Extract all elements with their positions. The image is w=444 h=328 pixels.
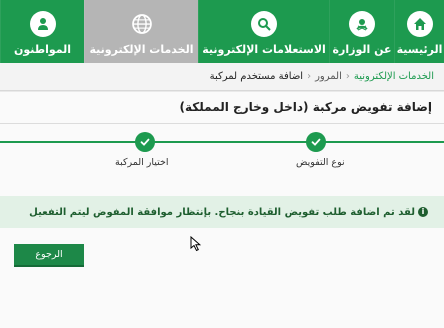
chevron-left-icon: ‹ <box>307 71 312 82</box>
nav-item-home[interactable]: الرئيسية <box>394 0 444 63</box>
nav-item-label: الرئيسية <box>396 43 443 56</box>
home-icon <box>406 11 433 37</box>
chevron-left-icon: ‹ <box>345 71 350 82</box>
globe-icon <box>129 11 155 37</box>
nav-item-inquiries[interactable]: الاستعلامات الإلكترونية <box>198 0 329 63</box>
step-2-indicator <box>135 132 155 152</box>
emblem-icon <box>349 11 375 37</box>
top-navigation: الرئيسية عن الوزارة الاستعلامات الإلكترو… <box>0 0 444 63</box>
check-icon <box>140 138 150 146</box>
alert-message: لقد تم اضافة طلب تفويض القيادة بنجاح. بإ… <box>29 206 415 218</box>
breadcrumb: الخدمات الإلكترونية ‹ المرور ‹ اضافة مست… <box>0 63 444 91</box>
step-1-indicator <box>306 132 326 152</box>
nav-item-e-services[interactable]: الخدمات الإلكترونية <box>84 0 198 63</box>
citizens-icon <box>29 11 56 37</box>
main-panel: إضافة تفويض مركبة (داخل وخارج المملكة) ن… <box>0 92 444 328</box>
nav-item-label: عن الوزارة <box>332 43 392 56</box>
info-icon: i <box>418 207 428 217</box>
divider <box>0 123 444 124</box>
page-title: إضافة تفويض مركبة (داخل وخارج المملكة) <box>179 100 432 114</box>
success-alert: i لقد تم اضافة طلب تفويض القيادة بنجاح. … <box>0 196 444 228</box>
check-icon <box>311 138 321 146</box>
breadcrumb-traffic[interactable]: المرور <box>315 71 342 82</box>
breadcrumb-e-services[interactable]: الخدمات الإلكترونية <box>354 71 434 82</box>
step-1-label: نوع التفويض <box>296 157 345 168</box>
nav-item-label: الخدمات الإلكترونية <box>89 43 194 56</box>
nav-item-about-ministry[interactable]: عن الوزارة <box>329 0 394 63</box>
nav-item-citizens[interactable]: المواطنون <box>0 0 84 63</box>
stepper-line <box>0 141 444 143</box>
mouse-cursor-icon <box>190 236 202 252</box>
nav-item-label: الاستعلامات الإلكترونية <box>202 43 326 56</box>
inquiry-icon <box>251 11 277 37</box>
back-button[interactable]: الرجوع <box>14 244 84 267</box>
breadcrumb-current: اضافة مستخدم لمركبة <box>209 71 304 82</box>
step-2-label: اختيار المركبة <box>115 157 169 168</box>
nav-item-label: المواطنون <box>13 43 72 56</box>
